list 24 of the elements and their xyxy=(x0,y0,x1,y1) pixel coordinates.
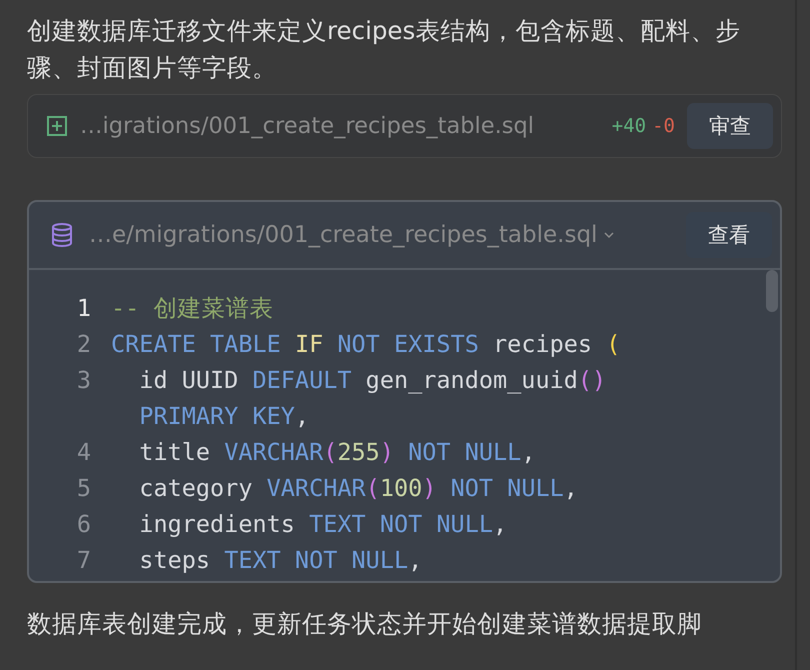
review-button[interactable]: 审查 xyxy=(687,103,773,149)
code-line: steps TEXT NOT NULL, xyxy=(138,546,422,574)
code-line: -- 创建菜谱表 xyxy=(111,293,274,324)
line-number: 3 xyxy=(76,366,92,394)
code-line: PRIMARY KEY, xyxy=(138,402,310,430)
added-count: +40 xyxy=(612,115,646,137)
status-text: 数据库表创建完成，更新任务状态并开始创建菜谱数据提取脚 xyxy=(27,608,703,640)
line-number: 1 xyxy=(76,294,92,322)
line-number: 6 xyxy=(76,510,92,538)
code-line: category VARCHAR(100) NOT NULL, xyxy=(138,474,578,502)
intro-text: 创建数据库迁移文件来定义recipes表结构，包含标题、配料、步骤、封面图片等字段。 xyxy=(27,15,742,84)
code-line: CREATE TABLE IF NOT EXISTS recipes ( xyxy=(111,330,620,358)
line-number: 7 xyxy=(76,546,92,574)
removed-count: -0 xyxy=(652,115,675,137)
code-line: ingredients TEXT NOT NULL, xyxy=(138,510,508,538)
code-line: title VARCHAR(255) NOT NULL, xyxy=(138,438,536,466)
add-file-icon xyxy=(46,115,68,137)
line-number: 2 xyxy=(76,330,92,358)
line-number: 4 xyxy=(76,438,92,466)
code-line: id UUID DEFAULT gen_random_uuid() xyxy=(138,366,606,394)
scrollbar-thumb[interactable] xyxy=(766,270,778,312)
line-number: 5 xyxy=(76,474,92,502)
database-icon xyxy=(49,222,75,248)
view-button[interactable]: 查看 xyxy=(686,212,772,258)
